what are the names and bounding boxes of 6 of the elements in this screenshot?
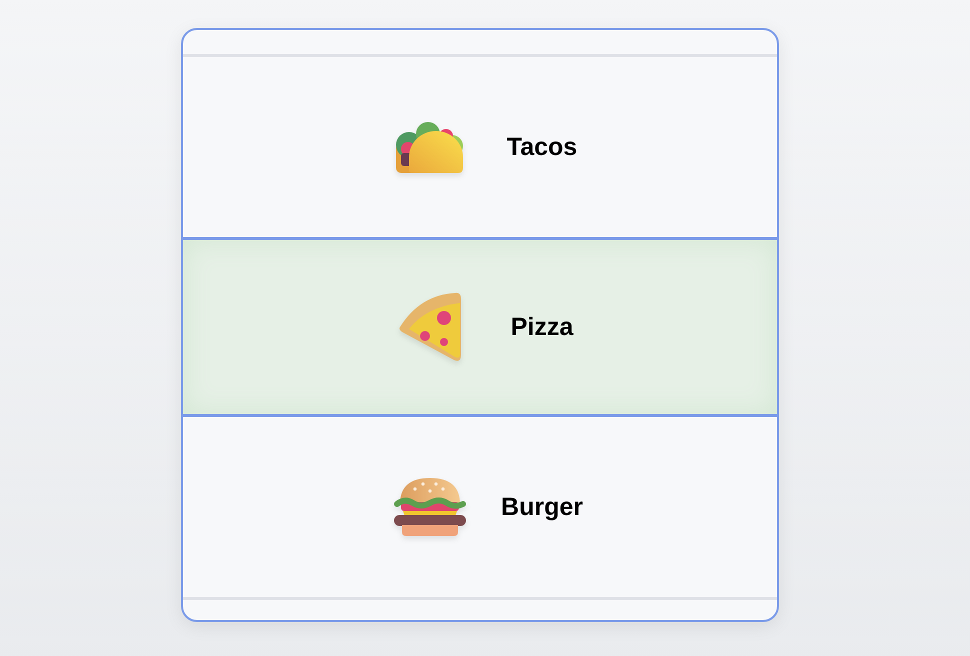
food-option[interactable]: Pizza — [183, 237, 777, 417]
food-option[interactable]: Burger — [183, 417, 777, 597]
taco-icon — [395, 121, 465, 173]
pizza-slice-icon — [398, 291, 462, 363]
food-option[interactable]: Tacos — [183, 57, 777, 237]
burger-icon — [393, 477, 467, 537]
